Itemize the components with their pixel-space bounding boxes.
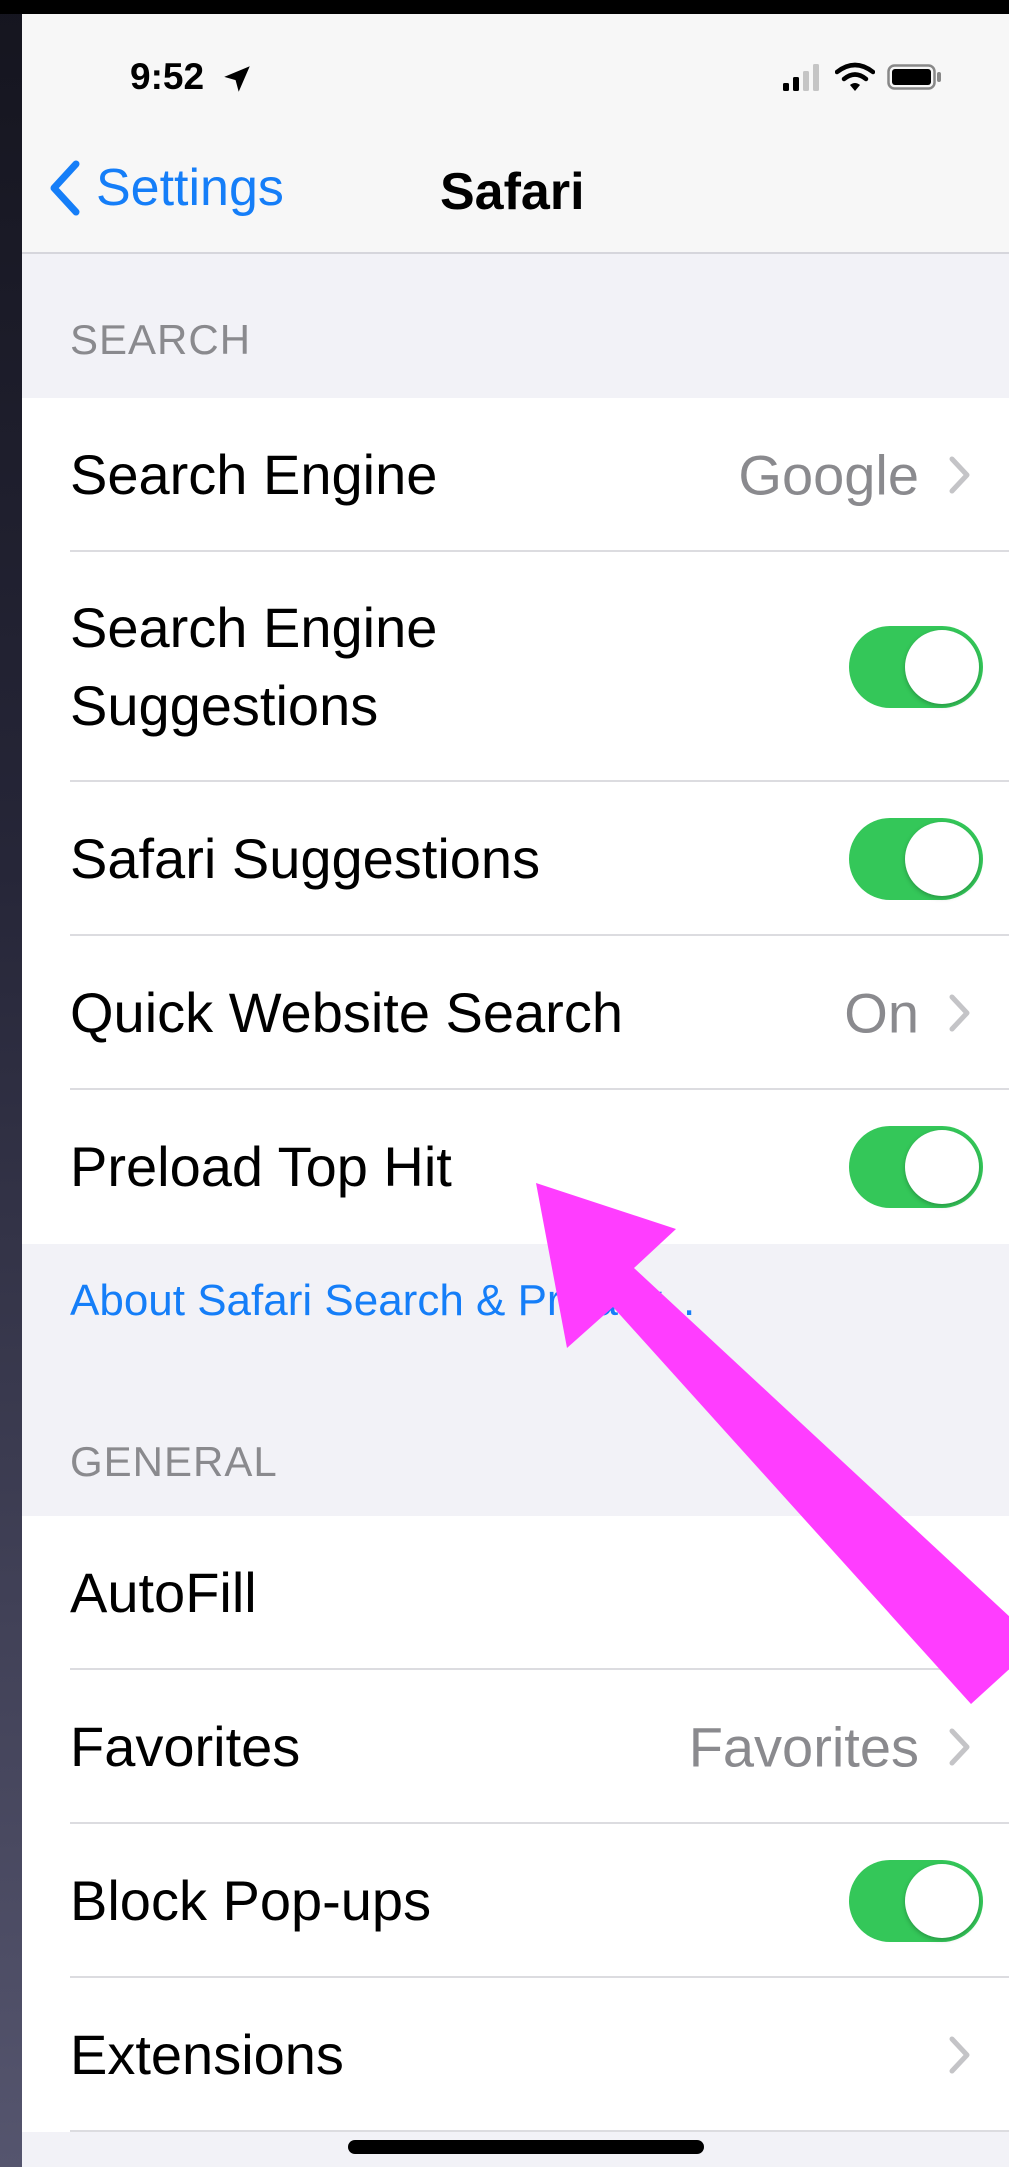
back-button-label: Settings <box>96 159 284 217</box>
search-engine-suggestions-row: Search Engine Suggestions <box>22 552 1009 782</box>
phone-screen: 9:52 Settings Safari SEARCH Search Engin… <box>22 14 1009 2167</box>
toggle-knob <box>905 1864 979 1938</box>
block-popups-row: Block Pop-ups <box>22 1824 1009 1978</box>
location-arrow-icon <box>224 66 250 92</box>
chevron-right-icon <box>949 994 970 1032</box>
toggle-knob <box>905 1130 979 1204</box>
page-title: Safari <box>440 163 585 221</box>
section-header-search: SEARCH <box>70 316 252 363</box>
toggle-knob <box>905 630 979 704</box>
chevron-right-icon <box>949 2036 970 2074</box>
chevron-right-icon <box>949 1728 970 1766</box>
preload-top-hit-row: Preload Top Hit <box>22 1090 1009 1244</box>
chevron-right-icon <box>949 456 970 494</box>
divider <box>70 2130 1009 2132</box>
safari-suggestions-row: Safari Suggestions <box>22 782 1009 936</box>
row-label: Favorites <box>70 1715 301 1778</box>
row-label: AutoFill <box>70 1561 257 1624</box>
general-settings-group: AutoFill Favorites Favorites Block Pop-u… <box>22 1516 1009 2132</box>
row-label: Quick Website Search <box>70 981 623 1044</box>
chevron-left-icon <box>50 160 80 216</box>
battery-icon <box>887 64 941 90</box>
section-header-general: GENERAL <box>70 1438 278 1485</box>
status-icons <box>783 62 943 92</box>
extensions-row[interactable]: Extensions <box>22 1978 1009 2132</box>
chevron-right-icon <box>949 1574 970 1612</box>
favorites-value: Favorites <box>688 1715 919 1779</box>
search-settings-group: Search Engine Google Search Engine Sugge… <box>22 398 1009 1244</box>
about-safari-search-privacy-link[interactable]: About Safari Search & Privacy... <box>70 1276 695 1326</box>
quick-website-search-value: On <box>844 981 919 1045</box>
row-label: Block Pop-ups <box>70 1869 432 1932</box>
search-engine-suggestions-toggle[interactable] <box>849 626 983 708</box>
favorites-row[interactable]: Favorites Favorites <box>22 1670 1009 1824</box>
back-button[interactable]: Settings <box>48 158 284 218</box>
block-popups-toggle[interactable] <box>849 1860 983 1942</box>
row-label: Preload Top Hit <box>70 1135 452 1198</box>
home-indicator <box>348 2140 704 2154</box>
status-bar: 9:52 <box>22 14 1009 134</box>
row-label: Search Engine <box>70 443 438 506</box>
row-label: Safari Suggestions <box>70 827 541 890</box>
device-frame <box>0 0 1009 14</box>
status-time: 9:52 <box>130 56 205 97</box>
search-engine-value: Google <box>738 443 919 507</box>
wifi-icon <box>835 62 875 91</box>
autofill-row[interactable]: AutoFill <box>22 1516 1009 1670</box>
cellular-signal-icon <box>783 64 819 91</box>
navigation-bar: Settings Safari <box>22 134 1009 254</box>
preload-top-hit-toggle[interactable] <box>849 1126 983 1208</box>
row-label: Extensions <box>70 2023 344 2086</box>
quick-website-search-row[interactable]: Quick Website Search On <box>22 936 1009 1090</box>
toggle-knob <box>905 822 979 896</box>
search-engine-row[interactable]: Search Engine Google <box>22 398 1009 552</box>
safari-suggestions-toggle[interactable] <box>849 818 983 900</box>
row-label: Search Engine Suggestions <box>70 596 438 737</box>
